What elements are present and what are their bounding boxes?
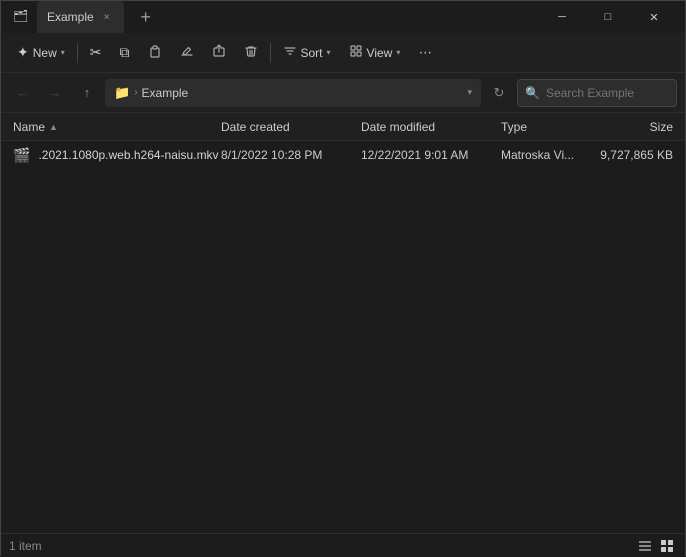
file-date-created: 8/1/2022 10:28 PM xyxy=(217,148,357,162)
table-row[interactable]: 🎬 .2021.1080p.web.h264-naisu.mkv 8/1/202… xyxy=(1,141,685,169)
cut-button[interactable]: ✂ xyxy=(82,38,110,68)
window-controls: ─ □ ✕ xyxy=(539,1,677,33)
breadcrumb-separator-icon: › xyxy=(134,87,137,98)
refresh-button[interactable]: ↻ xyxy=(485,79,513,107)
file-list-header: Name ▲ Date created Date modified Type S… xyxy=(1,113,685,141)
breadcrumb-folder-name: Example xyxy=(142,86,189,100)
sort-icon xyxy=(283,44,297,61)
forward-icon: → xyxy=(49,85,62,100)
toolbar-separator-2 xyxy=(270,43,271,63)
share-button[interactable] xyxy=(204,38,234,68)
file-content: Name ▲ Date created Date modified Type S… xyxy=(1,113,685,533)
file-name-cell: 🎬 .2021.1080p.web.h264-naisu.mkv xyxy=(9,146,217,164)
content-area: ✦ New ▾ ✂ ⧉ xyxy=(1,33,685,557)
tab-label: Example xyxy=(47,10,94,24)
more-button[interactable]: ··· xyxy=(410,38,439,68)
column-header-size[interactable]: Size xyxy=(587,120,677,134)
new-icon: ✦ xyxy=(17,44,29,61)
addressbar: ← → ↑ 📁 › Example ▾ ↻ 🔍 xyxy=(1,73,685,113)
new-chevron-icon: ▾ xyxy=(61,48,65,57)
sort-chevron-icon: ▾ xyxy=(327,48,331,57)
paste-icon xyxy=(148,44,162,61)
maximize-button[interactable]: □ xyxy=(585,1,631,33)
titlebar: 🗂 Example × + ─ □ ✕ xyxy=(1,1,685,33)
column-header-date-modified[interactable]: Date modified xyxy=(357,120,497,134)
close-tab-button[interactable]: × xyxy=(100,10,114,24)
forward-button[interactable]: → xyxy=(41,79,69,107)
new-label: New xyxy=(33,46,57,60)
delete-icon xyxy=(244,44,258,61)
column-header-name[interactable]: Name ▲ xyxy=(9,120,217,134)
toolbar-separator-1 xyxy=(77,43,78,63)
sort-ascending-icon: ▲ xyxy=(49,122,58,132)
share-icon xyxy=(212,44,226,61)
column-header-date-created[interactable]: Date created xyxy=(217,120,357,134)
sort-button[interactable]: Sort ▾ xyxy=(275,38,339,68)
statusbar: 1 item xyxy=(1,533,685,557)
breadcrumb-folder-icon: 📁 xyxy=(114,85,130,101)
back-button[interactable]: ← xyxy=(9,79,37,107)
breadcrumb[interactable]: 📁 › Example ▾ xyxy=(105,79,481,107)
file-date-modified: 12/22/2021 9:01 AM xyxy=(357,148,497,162)
view-button[interactable]: View ▾ xyxy=(341,38,409,68)
column-header-type[interactable]: Type xyxy=(497,120,587,134)
up-button[interactable]: ↑ xyxy=(73,79,101,107)
more-icon: ··· xyxy=(418,44,431,62)
new-button[interactable]: ✦ New ▾ xyxy=(9,38,73,68)
view-chevron-icon: ▾ xyxy=(396,48,400,57)
sort-label: Sort xyxy=(301,46,323,60)
minimize-button[interactable]: ─ xyxy=(539,1,585,33)
paste-button[interactable] xyxy=(140,38,170,68)
new-tab-button[interactable]: + xyxy=(132,3,160,31)
search-wrapper: 🔍 xyxy=(517,79,677,107)
file-icon: 🎬 xyxy=(13,146,30,164)
file-list: 🎬 .2021.1080p.web.h264-naisu.mkv 8/1/202… xyxy=(1,141,685,533)
delete-button[interactable] xyxy=(236,38,266,68)
file-size: 9,727,865 KB xyxy=(587,148,677,162)
breadcrumb-dropdown-icon: ▾ xyxy=(467,87,472,98)
back-icon: ← xyxy=(17,85,30,100)
titlebar-tab[interactable]: Example × xyxy=(37,1,124,33)
search-input[interactable] xyxy=(517,79,677,107)
rename-button[interactable] xyxy=(172,38,202,68)
copy-button[interactable]: ⧉ xyxy=(112,38,138,68)
view-label: View xyxy=(367,46,393,60)
details-view-button[interactable] xyxy=(635,536,655,556)
status-item-count: 1 item xyxy=(9,539,42,553)
app-icon: 🗂 xyxy=(13,9,29,25)
file-name-text: .2021.1080p.web.h264-naisu.mkv xyxy=(38,148,218,162)
file-type: Matroska Vi... xyxy=(497,148,587,162)
view-icon xyxy=(349,44,363,61)
rename-icon xyxy=(180,44,194,61)
titlebar-left: 🗂 Example × + xyxy=(13,1,160,33)
copy-icon: ⧉ xyxy=(120,44,130,61)
refresh-icon: ↻ xyxy=(494,85,505,101)
grid-view-button[interactable] xyxy=(657,536,677,556)
view-toggles xyxy=(635,536,677,556)
close-button[interactable]: ✕ xyxy=(631,1,677,33)
cut-icon: ✂ xyxy=(90,44,102,61)
up-icon: ↑ xyxy=(84,85,91,100)
toolbar: ✦ New ▾ ✂ ⧉ xyxy=(1,33,685,73)
